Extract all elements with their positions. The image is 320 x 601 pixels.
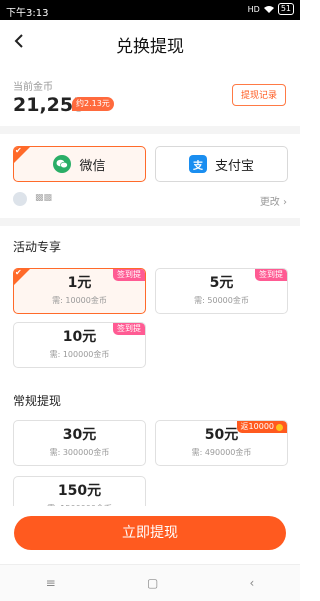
- option-tag: 签到提: [113, 269, 145, 281]
- option-amount: 150元: [57, 483, 102, 499]
- option-card-regular-2[interactable]: 返10000 50元 需: 490000金币: [155, 420, 288, 466]
- option-tag-label: 返10000: [240, 422, 274, 431]
- account-name: ▩▩: [35, 193, 53, 203]
- section-divider: [0, 218, 300, 226]
- account-row[interactable]: ▩▩ 更改 ›: [13, 190, 287, 210]
- option-cost: 需: 100000金币: [49, 350, 110, 359]
- menu-icon[interactable]: ≡: [46, 576, 56, 590]
- option-card-activity-2[interactable]: 签到提 5元 需: 50000金币: [155, 268, 288, 314]
- selected-corner: ✔: [14, 147, 30, 163]
- option-card-regular-1[interactable]: 30元 需: 300000金币: [13, 420, 146, 466]
- system-nav-bar: ≡ ▢ ‹: [0, 564, 300, 601]
- option-cost: 需: 50000金币: [194, 296, 249, 305]
- alipay-button[interactable]: 支 支付宝: [155, 146, 288, 182]
- option-amount: 30元: [62, 427, 97, 443]
- alipay-label: 支付宝: [214, 158, 254, 174]
- coin-icon: [276, 423, 283, 431]
- avatar: [13, 192, 27, 206]
- option-tag: 签到提: [113, 323, 145, 335]
- battery-icon: 51: [277, 3, 294, 15]
- home-icon[interactable]: ▢: [147, 576, 158, 590]
- section-divider: [0, 126, 300, 134]
- signal-icon: HD: [247, 4, 260, 14]
- withdraw-record-button[interactable]: 提现记录: [232, 84, 286, 106]
- activity-section-title: 活动专享: [13, 240, 62, 254]
- option-cost: 需: 490000金币: [191, 448, 252, 457]
- status-icons: HD 51: [248, 3, 294, 15]
- change-account-link[interactable]: 更改 ›: [260, 193, 287, 208]
- check-icon: ✔: [15, 268, 22, 277]
- option-tag: 返10000: [236, 421, 287, 433]
- option-cost: 需: 300000金币: [49, 448, 110, 457]
- regular-section-title: 常规提现: [13, 394, 62, 408]
- wifi-icon: [263, 6, 274, 13]
- status-time: 下午3:13: [6, 8, 49, 19]
- option-card-activity-1[interactable]: ✔ 签到提 1元 需: 10000金币: [13, 268, 146, 314]
- option-card-activity-3[interactable]: 签到提 10元 需: 100000金币: [13, 322, 146, 368]
- wechat-pay-button[interactable]: ✔ 微信: [13, 146, 146, 182]
- wechat-label: 微信: [79, 158, 106, 174]
- alipay-icon: 支: [188, 155, 207, 173]
- coin-approx-badge: 约2.13元: [72, 97, 114, 111]
- page-title: 兑换提现: [116, 37, 184, 57]
- bottom-action-bar: 立即提现: [0, 506, 300, 564]
- option-cost: 需: 10000金币: [52, 296, 107, 305]
- coin-label: 当前金币: [13, 82, 53, 93]
- option-tag: 签到提: [255, 269, 287, 281]
- selected-corner: ✔: [14, 269, 30, 285]
- nav-bar: 兑换提现: [0, 20, 300, 64]
- wechat-icon: [53, 155, 72, 173]
- coin-balance-card: 当前金币 21,253 约2.13元 提现记录: [0, 64, 300, 126]
- withdraw-now-button[interactable]: 立即提现: [14, 516, 286, 550]
- change-label: 更改: [259, 197, 280, 208]
- check-icon: ✔: [15, 146, 22, 155]
- status-bar: 下午3:13 HD 51: [0, 0, 300, 20]
- back-nav-icon[interactable]: ‹: [250, 576, 255, 590]
- chevron-right-icon: ›: [283, 197, 287, 208]
